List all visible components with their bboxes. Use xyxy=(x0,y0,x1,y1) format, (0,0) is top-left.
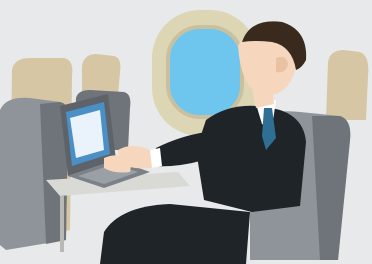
window-glass xyxy=(168,27,242,117)
laptop-screen-content xyxy=(70,110,104,158)
front-seat-right xyxy=(326,50,369,120)
seat-headrest xyxy=(82,54,121,96)
shirt-cuff xyxy=(150,148,162,168)
tray-leg xyxy=(60,196,64,252)
airplane-scene xyxy=(0,0,372,264)
hand-right xyxy=(104,155,132,173)
seat-headrest xyxy=(326,50,369,120)
suit-body xyxy=(196,105,306,212)
illustration xyxy=(0,0,372,264)
